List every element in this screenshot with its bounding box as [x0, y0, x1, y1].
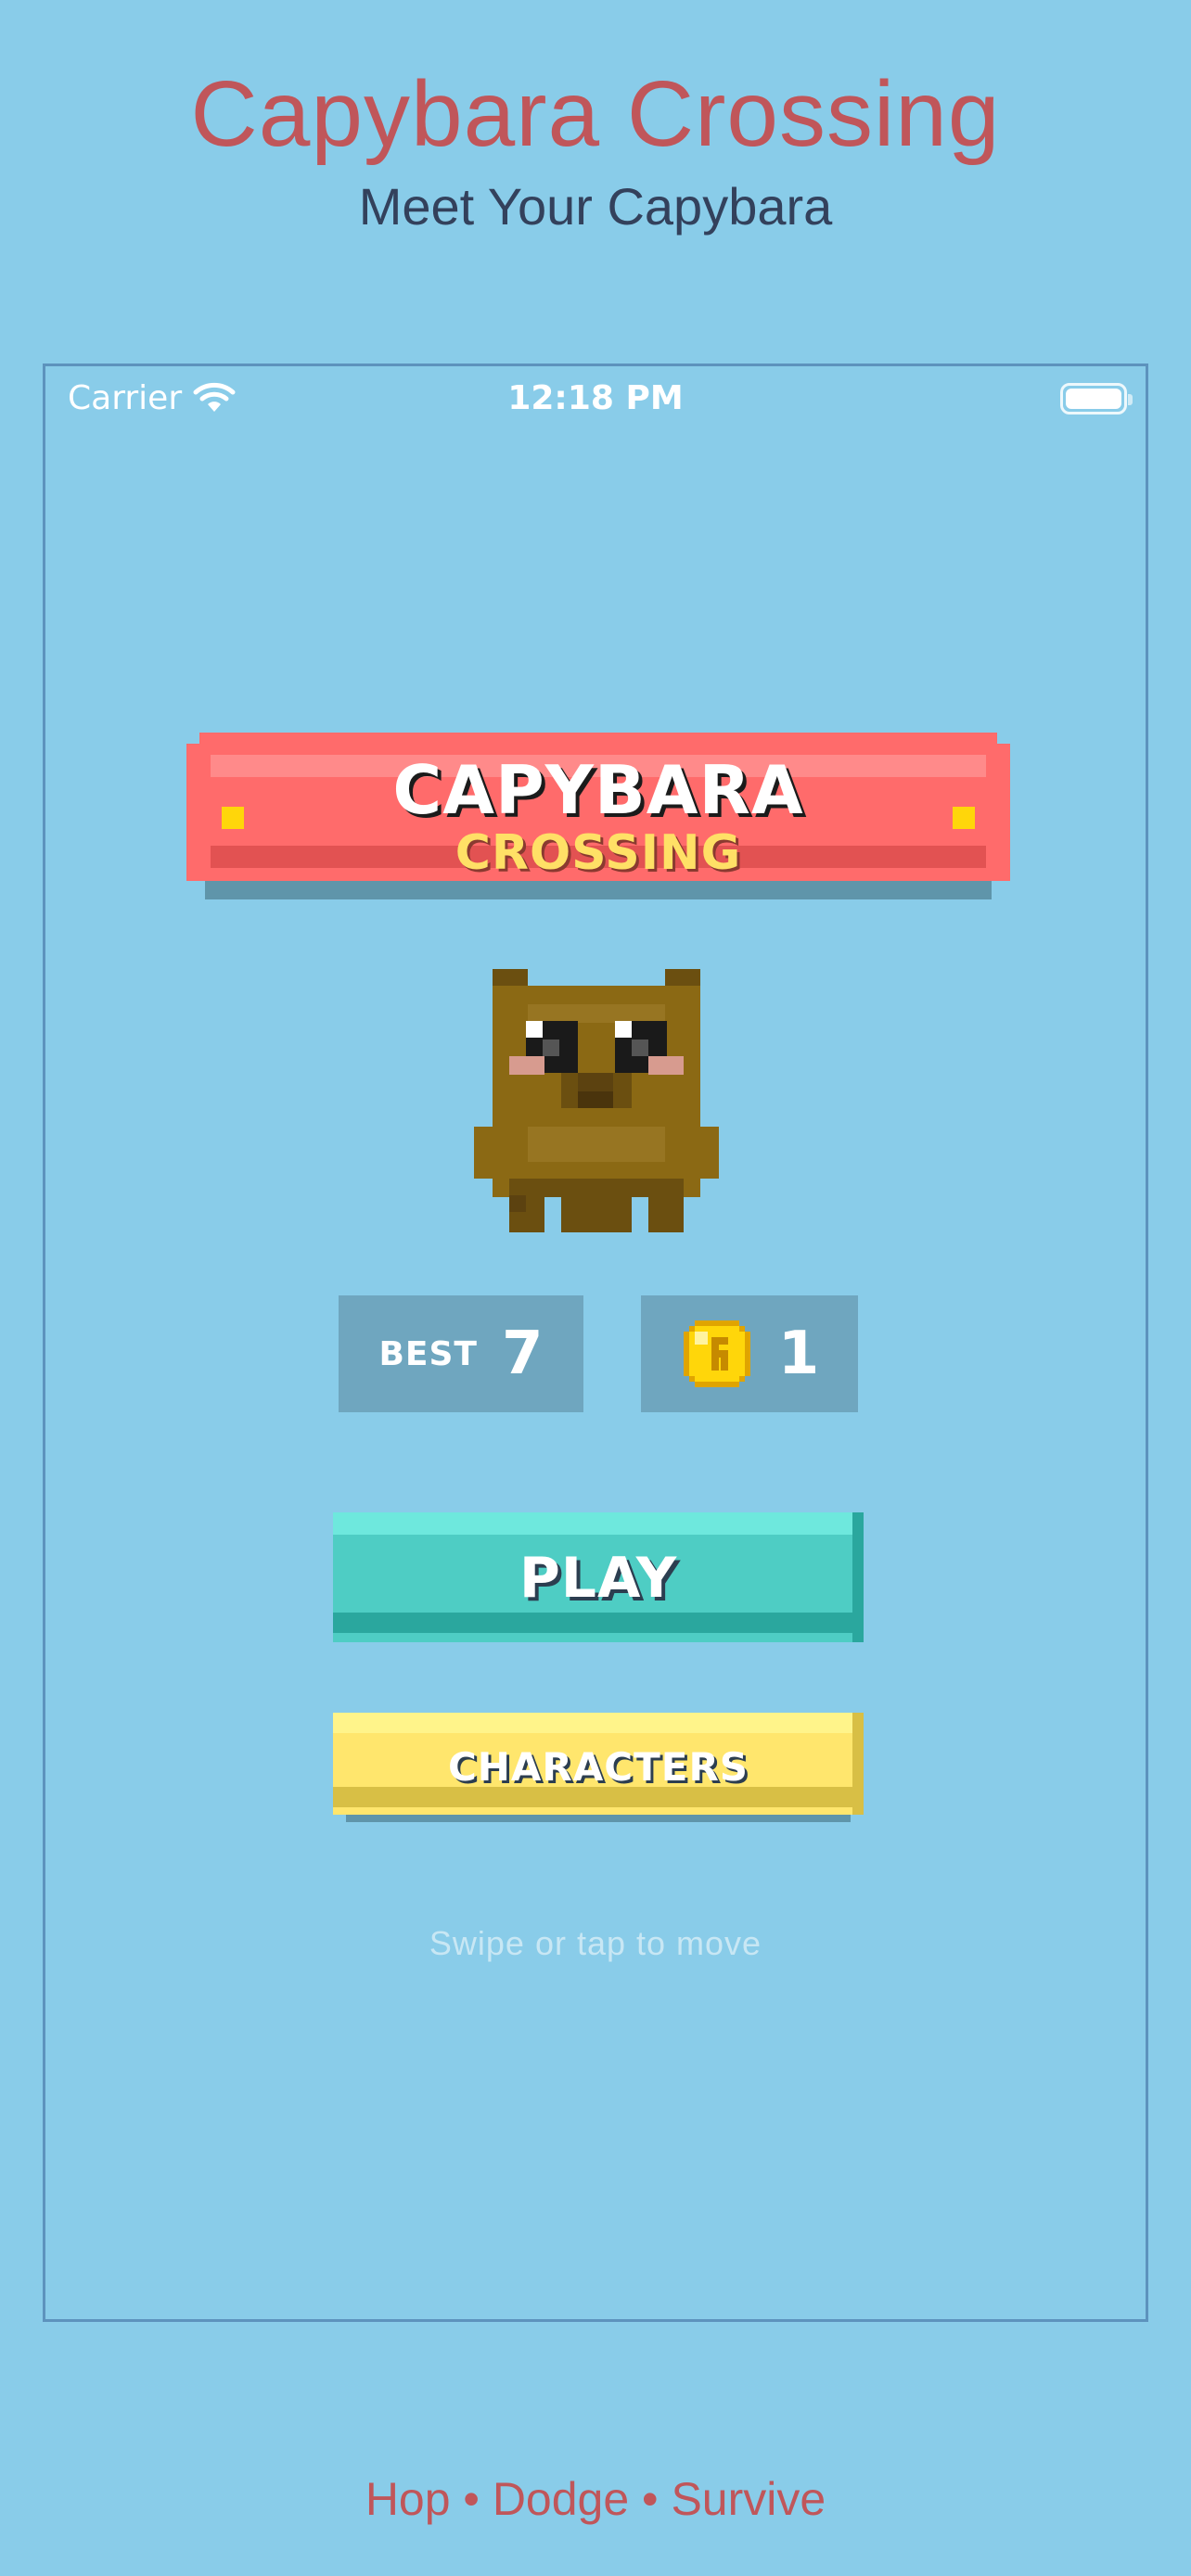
banner-title: CAPYBARA	[392, 751, 804, 829]
controls-hint: Swipe or tap to move	[429, 1924, 762, 1962]
banner-subtitle: CROSSING	[455, 825, 742, 881]
coin-count-value: 1	[777, 1320, 820, 1388]
promo-title: Capybara Crossing	[190, 62, 1001, 166]
app-promo-page: Capybara Crossing Meet Your Capybara Car…	[0, 0, 1191, 2576]
capybara-character-icon[interactable]	[474, 969, 719, 1232]
coin-icon	[683, 1320, 750, 1387]
promo-footer: Hop • Dodge • Survive	[365, 2473, 826, 2525]
play-button[interactable]: PLAY	[333, 1512, 864, 1663]
game-title-banner: CAPYBARA CROSSING	[186, 733, 1010, 899]
best-score-value: 7	[501, 1320, 544, 1388]
clock: 12:18 PM	[507, 379, 684, 417]
best-score-label: BEST	[378, 1334, 478, 1373]
promo-subtitle: Meet Your Capybara	[358, 177, 833, 236]
coin-count-box: 1	[641, 1295, 858, 1412]
device-screen: Carrier 12:18 PM CAPYBARA CROSSING BEST …	[43, 363, 1148, 2322]
play-button-label: PLAY	[519, 1546, 678, 1611]
characters-button[interactable]: CHARACTERS	[333, 1713, 864, 1843]
status-bar: Carrier 12:18 PM	[45, 366, 1146, 431]
battery-icon	[1060, 383, 1133, 414]
best-score-box: BEST 7	[339, 1295, 583, 1412]
characters-button-label: CHARACTERS	[447, 1744, 749, 1790]
